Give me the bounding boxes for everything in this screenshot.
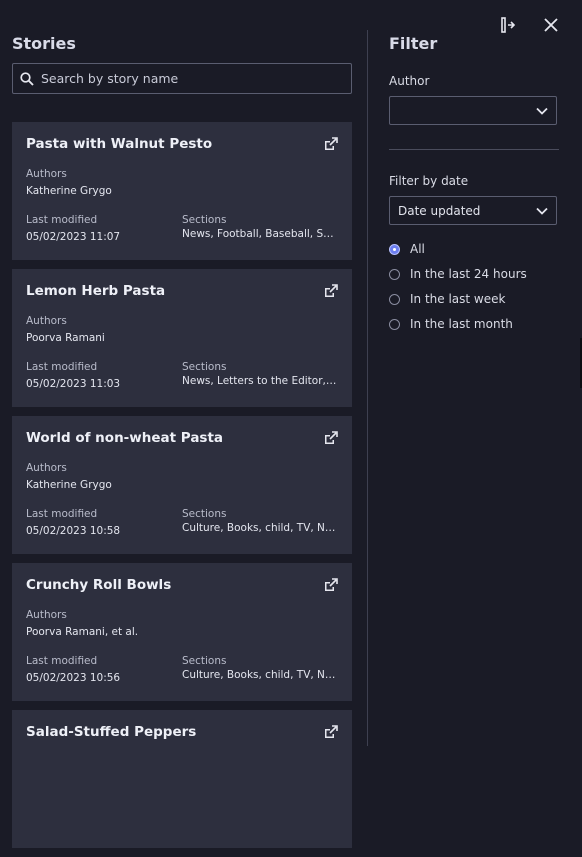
date-option-month[interactable]: In the last month [389, 317, 513, 331]
sections-label: Sections [182, 655, 227, 667]
authors-value: Katherine Grygo [26, 185, 112, 197]
sections-value: News, Letters to the Editor, ... [182, 375, 338, 387]
authors-label: Authors [26, 462, 67, 474]
window-controls [498, 14, 562, 36]
story-card[interactable]: Salad-Stuffed Peppers [12, 710, 352, 848]
search-icon [13, 71, 41, 86]
story-card[interactable]: Lemon Herb Pasta Authors Poorva Ramani L… [12, 269, 352, 407]
authors-label: Authors [26, 315, 67, 327]
date-filter-label: Filter by date [389, 174, 469, 188]
authors-label: Authors [26, 609, 67, 621]
modified-value: 05/02/2023 10:56 [26, 672, 121, 684]
story-title[interactable]: World of non-wheat Pasta [26, 430, 223, 446]
radio-selected[interactable] [389, 243, 400, 255]
date-filter-value: Date updated [398, 203, 481, 218]
story-card[interactable]: Crunchy Roll Bowls Authors Poorva Ramani… [12, 563, 352, 701]
chevron-down-icon [536, 104, 548, 118]
authors-label: Authors [26, 168, 67, 180]
date-option-label: In the last week [410, 292, 506, 306]
sections-label: Sections [182, 214, 227, 226]
story-card[interactable]: World of non-wheat Pasta Authors Katheri… [12, 416, 352, 554]
radio[interactable] [389, 318, 400, 330]
modified-value: 05/02/2023 10:58 [26, 525, 121, 537]
story-title[interactable]: Salad-Stuffed Peppers [26, 724, 196, 740]
stories-panel: Stories Pasta with Walnut Pesto Authors … [12, 0, 352, 848]
authors-value: Poorva Ramani [26, 332, 105, 344]
modified-value: 05/02/2023 11:07 [26, 231, 121, 243]
story-title[interactable]: Crunchy Roll Bowls [26, 577, 171, 593]
date-option-all[interactable]: All [389, 242, 425, 256]
story-card[interactable]: Pasta with Walnut Pesto Authors Katherin… [12, 122, 352, 260]
filter-title: Filter [389, 34, 438, 53]
sections-label: Sections [182, 508, 227, 520]
sections-value: News, Football, Baseball, Sp... [182, 228, 338, 240]
close-icon[interactable] [540, 14, 562, 36]
modified-label: Last modified [26, 508, 98, 520]
story-title[interactable]: Lemon Herb Pasta [26, 283, 165, 299]
open-external-icon[interactable] [323, 430, 339, 446]
authors-value: Poorva Ramani, et al. [26, 626, 139, 638]
filter-divider [389, 149, 559, 150]
sections-value: Culture, Books, child, TV, Ne... [182, 669, 338, 681]
panel-divider [367, 30, 368, 746]
date-option-week[interactable]: In the last week [389, 292, 505, 306]
story-title[interactable]: Pasta with Walnut Pesto [26, 136, 212, 152]
modified-value: 05/02/2023 11:03 [26, 378, 121, 390]
modified-label: Last modified [26, 361, 98, 373]
sections-value: Culture, Books, child, TV, Ne... [182, 522, 338, 534]
date-option-label: All [410, 242, 425, 256]
date-option-label: In the last month [410, 317, 513, 331]
story-list: Pasta with Walnut Pesto Authors Katherin… [12, 122, 352, 857]
author-select[interactable] [389, 96, 557, 125]
open-external-icon[interactable] [323, 136, 339, 152]
sections-label: Sections [182, 361, 227, 373]
open-external-icon[interactable] [323, 577, 339, 593]
radio[interactable] [389, 293, 400, 305]
collapse-panel-icon[interactable] [498, 14, 520, 36]
search-box[interactable] [12, 63, 352, 94]
stories-title: Stories [12, 34, 76, 53]
date-option-24h[interactable]: In the last 24 hours [389, 267, 527, 281]
date-filter-select[interactable]: Date updated [389, 196, 557, 225]
authors-value: Katherine Grygo [26, 479, 112, 491]
open-external-icon[interactable] [323, 724, 339, 740]
date-option-label: In the last 24 hours [410, 267, 527, 281]
radio[interactable] [389, 268, 400, 280]
chevron-down-icon [536, 204, 548, 218]
author-label: Author [389, 74, 430, 88]
modified-label: Last modified [26, 655, 98, 667]
search-input[interactable] [41, 71, 351, 86]
open-external-icon[interactable] [323, 283, 339, 299]
modified-label: Last modified [26, 214, 98, 226]
